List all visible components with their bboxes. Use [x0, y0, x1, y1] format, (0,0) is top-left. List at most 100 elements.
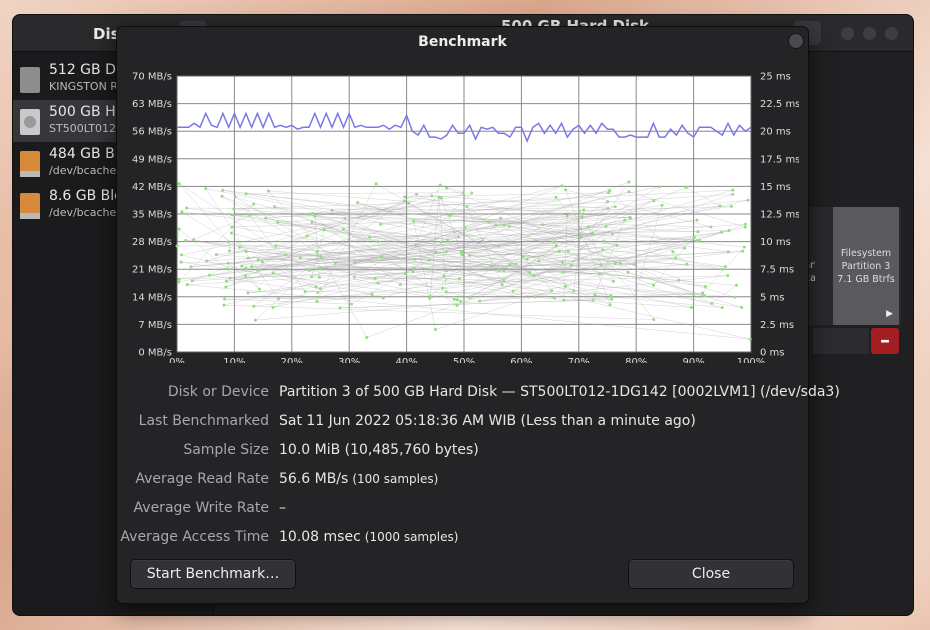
access-time-point — [537, 259, 541, 263]
maximize-icon[interactable] — [863, 27, 876, 40]
info-note: (1000 samples) — [364, 530, 459, 544]
access-time-point — [299, 256, 303, 260]
access-time-point — [489, 264, 493, 268]
access-time-point — [444, 250, 448, 254]
access-time-point — [240, 264, 244, 268]
access-time-point — [314, 285, 318, 289]
access-time-point — [316, 290, 320, 294]
access-time-point — [271, 271, 275, 275]
window-close-icon[interactable] — [885, 27, 898, 40]
access-time-point — [652, 318, 656, 322]
access-time-point — [318, 266, 322, 270]
access-time-point — [244, 192, 248, 196]
access-time-point — [623, 218, 627, 222]
y-right-tick-label: 25 ms — [760, 72, 791, 83]
access-time-point — [632, 263, 636, 267]
y-left-tick-label: 56 MB/s — [132, 127, 172, 138]
access-time-point — [723, 265, 727, 269]
access-time-point — [284, 253, 288, 257]
access-time-point — [403, 195, 407, 199]
access-time-point — [502, 269, 506, 273]
access-time-point — [250, 265, 254, 269]
access-time-point — [499, 216, 503, 220]
access-time-point — [657, 185, 661, 189]
access-time-point — [468, 253, 472, 257]
access-time-point — [407, 201, 411, 205]
access-time-point — [179, 260, 183, 264]
y-right-tick-label: 5 ms — [760, 292, 785, 303]
benchmark-chart-svg: 0% 10% 20% 30% 40% 50% 60% 70% 80% 90% 100% 0 MB/s… — [132, 72, 800, 369]
access-time-point — [277, 297, 281, 301]
dialog-close-icon[interactable] — [788, 33, 804, 49]
access-time-point — [208, 273, 212, 277]
access-time-point — [305, 234, 309, 238]
access-time-point — [487, 220, 491, 224]
access-time-point — [365, 335, 369, 339]
access-time-point — [607, 191, 611, 195]
access-time-point — [604, 225, 608, 229]
access-time-point — [403, 271, 407, 275]
access-time-point — [727, 228, 731, 232]
y-right-tick-label: 2.5 ms — [760, 320, 794, 331]
info-value-text: 10.08 msec — [279, 529, 361, 545]
access-time-point — [742, 245, 746, 249]
access-time-point — [609, 294, 613, 298]
access-time-point — [189, 265, 193, 269]
partition-3-block[interactable]: Filesystem Partition 3 7.1 GB Btrfs ▶ — [833, 207, 899, 325]
access-time-point — [256, 258, 260, 262]
info-value: Partition 3 of 500 GB Hard Disk — ST500L… — [279, 384, 840, 400]
access-time-point — [179, 253, 183, 257]
access-time-point — [414, 243, 418, 247]
info-label: Sample Size — [183, 442, 269, 458]
access-time-point — [566, 249, 570, 253]
minimize-icon[interactable] — [841, 27, 854, 40]
access-time-point — [343, 216, 347, 220]
y-left-tick-label: 42 MB/s — [132, 182, 172, 193]
access-time-point — [528, 270, 532, 274]
access-time-point — [611, 279, 615, 283]
access-time-point — [564, 188, 568, 192]
access-time-point — [591, 231, 595, 235]
y-right-tick-label: 15 ms — [760, 182, 791, 193]
access-time-point — [532, 274, 536, 278]
access-time-point — [252, 202, 256, 206]
access-time-point — [228, 276, 232, 280]
access-time-point — [502, 278, 506, 282]
close-button[interactable]: Close — [628, 559, 794, 589]
start-benchmark-button[interactable]: Start Benchmark… — [130, 559, 296, 589]
access-time-point — [185, 206, 189, 210]
access-time-point — [230, 225, 234, 229]
drive-sub: /dev/bcache1 — [49, 206, 124, 219]
access-time-point — [511, 289, 515, 293]
access-time-point — [720, 306, 724, 310]
access-time-point — [627, 190, 631, 194]
access-time-point — [248, 213, 252, 217]
access-time-point — [318, 287, 322, 291]
info-label: Last Benchmarked — [138, 413, 269, 429]
access-time-point — [744, 222, 748, 226]
access-time-point — [379, 222, 383, 226]
benchmark-dialog: Benchmark 0% 10% 20% 30% 40% 50% 60% 70% 80% 90% 1… — [116, 26, 840, 604]
access-time-point — [468, 296, 472, 300]
access-time-point — [403, 199, 407, 203]
access-time-point — [457, 277, 461, 281]
access-time-point — [748, 337, 752, 341]
y-left-tick-label: 35 MB/s — [132, 210, 172, 221]
access-time-point — [685, 262, 689, 266]
x-tick-label: 40% — [395, 357, 417, 363]
access-time-point — [554, 195, 558, 199]
x-tick-label: 80% — [625, 357, 647, 363]
access-time-point — [350, 302, 354, 306]
info-label: Average Write Rate — [133, 500, 269, 516]
access-time-point — [734, 283, 738, 287]
access-time-point — [220, 194, 224, 198]
delete-partition-button[interactable]: – — [871, 328, 899, 354]
access-time-point — [238, 245, 242, 249]
access-time-point — [439, 240, 443, 244]
access-time-point — [601, 248, 605, 252]
access-time-point — [309, 212, 313, 216]
access-time-point — [185, 283, 189, 287]
access-time-point — [204, 187, 208, 191]
access-time-point — [606, 207, 610, 211]
access-time-point — [470, 191, 474, 195]
